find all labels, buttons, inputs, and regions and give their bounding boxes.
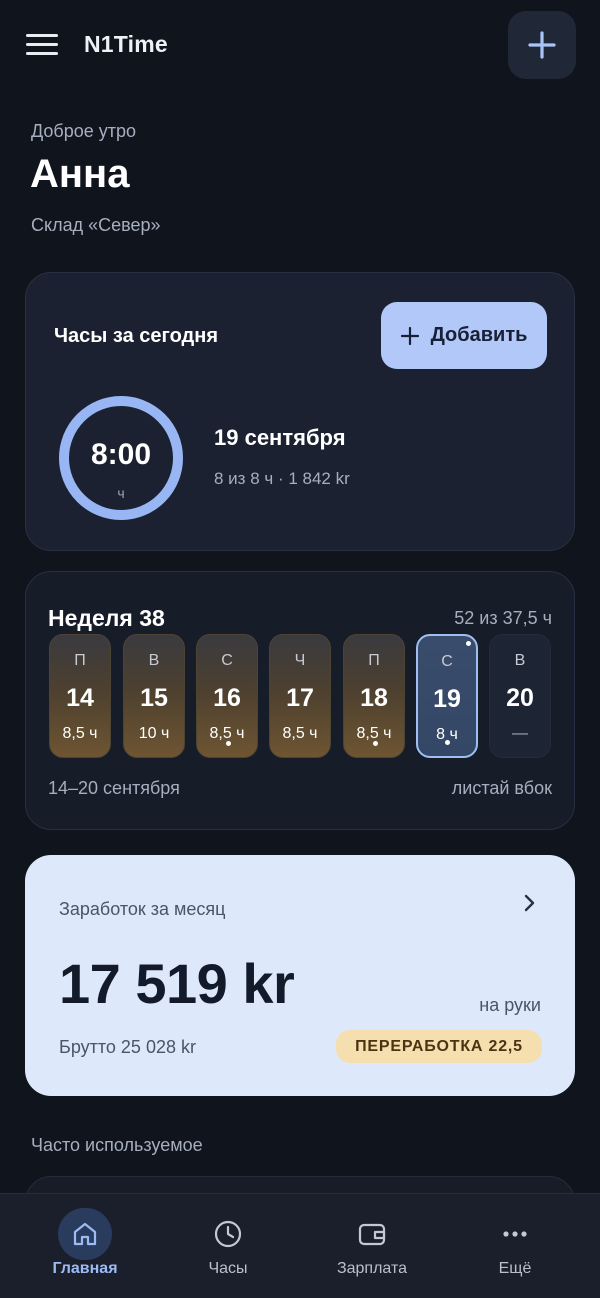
day-of-week: П: [368, 652, 380, 669]
day-tile[interactable]: Ч 17 8,5 ч: [269, 634, 331, 758]
earnings-card[interactable]: Заработок за месяц 17 519 kr на руки Бру…: [25, 855, 575, 1096]
day-tile[interactable]: С 16 8,5 ч: [196, 634, 258, 758]
frequent-section-title: Часто используемое: [31, 1135, 203, 1155]
day-of-week: С: [441, 653, 453, 670]
swipe-hint: листай вбок: [451, 778, 552, 798]
nav-label: Часы: [208, 1260, 248, 1277]
day-tile[interactable]: В 15 10 ч: [123, 634, 185, 758]
day-tile[interactable]: В 20 —: [489, 634, 551, 758]
nav-item-salary[interactable]: Зарплата: [297, 1194, 447, 1298]
earnings-title: Заработок за месяц: [59, 899, 226, 919]
chevron-right-icon: [524, 894, 535, 912]
week-card[interactable]: Неделя 38 52 из 37,5 ч П 14 8,5 ч В 15 1…: [25, 571, 575, 830]
note-dot: [445, 740, 450, 745]
hamburger-icon[interactable]: [26, 32, 58, 58]
day-number: 20: [506, 684, 534, 712]
overtime-badge: ПЕРЕРАБОТКА 22,5: [336, 1030, 542, 1063]
add-entry-button[interactable]: [508, 11, 576, 79]
user-name: Анна: [30, 152, 130, 196]
top-bar: N1Time: [0, 0, 600, 90]
day-number: 14: [66, 684, 94, 712]
today-progress-ring: 8:00 ч: [56, 393, 186, 523]
earnings-gross: Брутто 25 028 kr: [59, 1037, 196, 1057]
wallet-icon: [345, 1208, 399, 1260]
day-number: 15: [140, 684, 168, 712]
earnings-amount: 17 519 kr: [59, 952, 295, 1015]
day-hours: —: [512, 725, 528, 742]
day-hours: 8,5 ч: [282, 725, 318, 742]
note-dot: [373, 741, 378, 746]
day-number: 18: [360, 684, 388, 712]
plus-icon: [400, 326, 419, 345]
today-detail: 8 из 8 ч · 1 842 kr: [214, 469, 350, 488]
today-title: Часы за сегодня: [54, 325, 219, 347]
today-date: 19 сентября: [214, 425, 346, 450]
day-tile[interactable]: П 18 8,5 ч: [343, 634, 405, 758]
today-hours-card: Часы за сегодня Добавить 8:00 ч 19 сентя…: [25, 272, 575, 551]
nav-label: Зарплата: [336, 1260, 408, 1277]
nav-label: Ещё: [498, 1260, 532, 1277]
clock-icon: [201, 1208, 255, 1260]
app-title: N1Time: [84, 31, 168, 57]
more-icon: [488, 1208, 542, 1260]
nav-item-hours[interactable]: Часы: [153, 1194, 303, 1298]
greeting-salutation: Доброе утро: [31, 121, 137, 141]
nav-item-home[interactable]: Главная: [10, 1194, 160, 1298]
week-title: Неделя 38: [48, 605, 165, 631]
day-of-week: П: [74, 652, 86, 669]
note-dot: [226, 741, 231, 746]
day-of-week: Ч: [294, 652, 306, 669]
today-unit: ч: [117, 485, 125, 501]
day-number: 17: [286, 684, 314, 712]
day-number: 19: [433, 685, 461, 713]
day-of-week: С: [221, 652, 233, 669]
earnings-net-label: на руки: [479, 995, 541, 1015]
day-hours: 10 ч: [138, 725, 170, 742]
today-time: 8:00: [90, 438, 152, 471]
today-indicator-dot: [466, 641, 471, 646]
day-tile-today[interactable]: С 19 8 ч: [416, 634, 478, 758]
nav-item-more[interactable]: Ещё: [440, 1194, 590, 1298]
add-hours-button[interactable]: Добавить: [381, 302, 547, 369]
week-range: 14–20 сентября: [48, 778, 180, 798]
workplace: Склад «Север»: [31, 215, 161, 235]
bottom-nav: Главная Часы Зарплата Ещё: [0, 1193, 600, 1298]
week-total: 52 из 37,5 ч: [454, 608, 552, 628]
day-hours: 8,5 ч: [62, 725, 98, 742]
day-of-week: В: [514, 652, 526, 669]
add-hours-label: Добавить: [430, 324, 528, 346]
day-number: 16: [213, 684, 241, 712]
home-icon: [58, 1208, 112, 1260]
day-of-week: В: [148, 652, 160, 669]
day-tile[interactable]: П 14 8,5 ч: [49, 634, 111, 758]
nav-label: Главная: [52, 1260, 118, 1277]
plus-icon: [528, 31, 556, 59]
